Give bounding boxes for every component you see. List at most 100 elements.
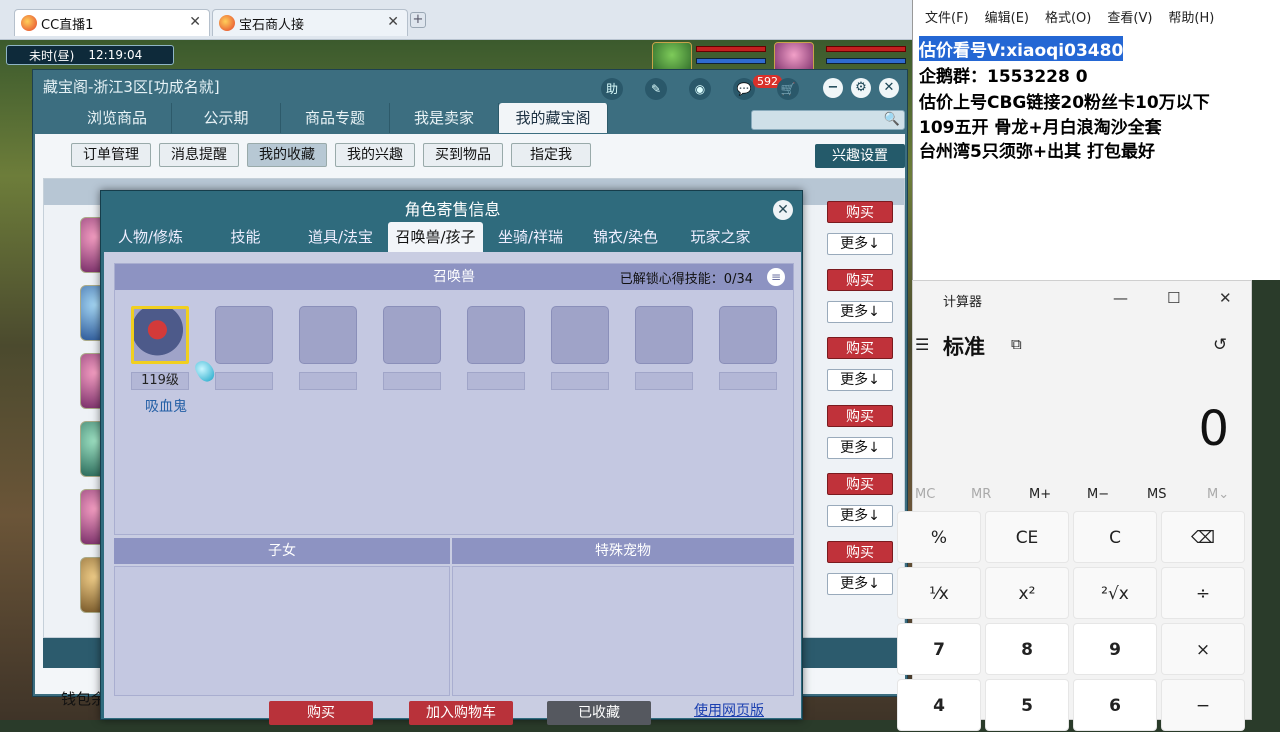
digit-8-key[interactable]: 8 bbox=[985, 623, 1069, 675]
buy-button[interactable]: 购买 bbox=[827, 541, 893, 563]
search-icon[interactable]: 🔍 bbox=[884, 112, 900, 127]
percent-key[interactable]: % bbox=[897, 511, 981, 563]
cbg-main-nav: 浏览商品 公示期 商品专题 我是卖家 我的藏宝阁 bbox=[63, 103, 608, 133]
notepad-line[interactable]: 估价看号V:xiaoqi03480 bbox=[919, 36, 1124, 61]
reciprocal-key[interactable]: ¹⁄x bbox=[897, 567, 981, 619]
memory-subtract-button[interactable]: M− bbox=[1087, 487, 1109, 502]
digit-4-key[interactable]: 4 bbox=[897, 679, 981, 731]
help-icon[interactable]: 助 bbox=[601, 78, 623, 100]
multiply-key[interactable]: × bbox=[1161, 623, 1245, 675]
close-button[interactable]: ✕ bbox=[879, 78, 899, 98]
memory-add-button[interactable]: M+ bbox=[1029, 487, 1051, 502]
new-tab-button[interactable]: + bbox=[410, 12, 426, 28]
memory-store-button[interactable]: MS bbox=[1147, 487, 1166, 502]
pet-slot-empty[interactable] bbox=[215, 306, 273, 364]
menu-format[interactable]: 格式(O) bbox=[1045, 7, 1091, 26]
tab-browse-goods[interactable]: 浏览商品 bbox=[63, 103, 172, 133]
web-version-link[interactable]: 使用网页版 bbox=[694, 700, 764, 720]
backspace-key[interactable]: ⌫ bbox=[1161, 511, 1245, 563]
tab-my-cbg[interactable]: 我的藏宝阁 bbox=[499, 103, 608, 133]
subtab-designated[interactable]: 指定我 bbox=[511, 143, 591, 167]
pet-slot-empty[interactable] bbox=[299, 306, 357, 364]
buy-button[interactable]: 购买 bbox=[827, 201, 893, 223]
menu-view[interactable]: 查看(V) bbox=[1107, 7, 1152, 26]
close-icon[interactable]: ✕ bbox=[773, 200, 793, 220]
subtract-key[interactable]: − bbox=[1161, 679, 1245, 731]
subtab-purchased[interactable]: 买到物品 bbox=[423, 143, 503, 167]
sqrt-key[interactable]: ²√x bbox=[1073, 567, 1157, 619]
edit-icon[interactable]: ✎ bbox=[645, 78, 667, 100]
more-button[interactable]: 更多↓ bbox=[827, 301, 893, 323]
clear-entry-key[interactable]: CE bbox=[985, 511, 1069, 563]
close-tab-icon[interactable]: ✕ bbox=[189, 14, 201, 30]
menu-edit[interactable]: 编辑(E) bbox=[985, 7, 1029, 26]
subtab-orders[interactable]: 订单管理 bbox=[71, 143, 151, 167]
close-icon[interactable]: ✕ bbox=[1219, 289, 1232, 307]
browser-tab-cc-live[interactable]: CC直播1 ✕ bbox=[14, 9, 210, 36]
more-button[interactable]: 更多↓ bbox=[827, 437, 893, 459]
search-input[interactable]: 🔍 bbox=[751, 110, 905, 130]
settings-gear-icon[interactable]: ⚙ bbox=[851, 78, 871, 98]
pet-slot-empty[interactable] bbox=[383, 306, 441, 364]
tab-skills[interactable]: 技能 bbox=[198, 222, 293, 252]
digit-9-key[interactable]: 9 bbox=[1073, 623, 1157, 675]
close-tab-icon[interactable]: ✕ bbox=[387, 14, 399, 30]
pet-slot-empty[interactable] bbox=[467, 306, 525, 364]
maximize-icon[interactable]: ☐ bbox=[1167, 289, 1180, 307]
memory-recall-button[interactable]: MR bbox=[971, 487, 991, 502]
notepad-line[interactable]: 109五开 骨龙+月白浪淘沙全套 bbox=[919, 113, 1162, 138]
buy-button[interactable]: 购买 bbox=[827, 269, 893, 291]
tab-items[interactable]: 道具/法宝 bbox=[293, 222, 388, 252]
subtab-interests[interactable]: 我的兴趣 bbox=[335, 143, 415, 167]
chat-icon[interactable]: 💬 bbox=[733, 78, 755, 100]
keep-on-top-icon[interactable]: ⧉ bbox=[1011, 335, 1022, 353]
hamburger-menu-icon[interactable]: ☰ bbox=[915, 335, 929, 354]
tab-public-period[interactable]: 公示期 bbox=[172, 103, 281, 133]
favorited-button[interactable]: 已收藏 bbox=[547, 701, 651, 725]
memory-list-button[interactable]: M⌄ bbox=[1207, 487, 1229, 502]
minimize-button[interactable]: − bbox=[823, 78, 843, 98]
cart-icon[interactable]: 🛒 bbox=[777, 78, 799, 100]
more-button[interactable]: 更多↓ bbox=[827, 505, 893, 527]
pet-name[interactable]: 吸血鬼 bbox=[137, 396, 195, 416]
divide-key[interactable]: ÷ bbox=[1161, 567, 1245, 619]
pet-slot-empty[interactable] bbox=[551, 306, 609, 364]
tab-character[interactable]: 人物/修炼 bbox=[103, 222, 198, 252]
tab-home[interactable]: 玩家之家 bbox=[673, 222, 768, 252]
tab-topics[interactable]: 商品专题 bbox=[281, 103, 390, 133]
buy-button[interactable]: 购买 bbox=[827, 473, 893, 495]
interest-settings-button[interactable]: 兴趣设置 bbox=[815, 144, 905, 168]
more-button[interactable]: 更多↓ bbox=[827, 233, 893, 255]
menu-help[interactable]: 帮助(H) bbox=[1168, 7, 1214, 26]
minimize-icon[interactable]: — bbox=[1113, 289, 1128, 307]
tab-seller[interactable]: 我是卖家 bbox=[390, 103, 499, 133]
pet-slot-empty[interactable] bbox=[635, 306, 693, 364]
square-key[interactable]: x² bbox=[985, 567, 1069, 619]
subtab-messages[interactable]: 消息提醒 bbox=[159, 143, 239, 167]
menu-file[interactable]: 文件(F) bbox=[925, 7, 969, 26]
buy-button[interactable]: 购买 bbox=[827, 405, 893, 427]
notepad-line[interactable]: 估价上号CBG链接20粉丝卡10万以下 bbox=[919, 88, 1210, 113]
notepad-line[interactable]: 企鹅群：1553228 0 bbox=[919, 62, 1088, 87]
record-icon[interactable]: ◉ bbox=[689, 78, 711, 100]
browser-tab-gem-merchant[interactable]: 宝石商人接 ✕ bbox=[212, 9, 408, 36]
pet-slot-empty[interactable] bbox=[719, 306, 777, 364]
tab-costumes[interactable]: 锦衣/染色 bbox=[578, 222, 673, 252]
tab-summons[interactable]: 召唤兽/孩子 bbox=[388, 222, 483, 252]
buy-button[interactable]: 购买 bbox=[827, 337, 893, 359]
notepad-line[interactable]: 台州湾5只须弥+出其 打包最好 bbox=[919, 137, 1155, 162]
digit-7-key[interactable]: 7 bbox=[897, 623, 981, 675]
pet-slot-selected[interactable] bbox=[131, 306, 189, 364]
digit-6-key[interactable]: 6 bbox=[1073, 679, 1157, 731]
tab-mounts[interactable]: 坐骑/祥瑞 bbox=[483, 222, 578, 252]
clear-key[interactable]: C bbox=[1073, 511, 1157, 563]
menu-icon[interactable]: ≡ bbox=[767, 268, 785, 286]
add-to-cart-button[interactable]: 加入购物车 bbox=[409, 701, 513, 725]
history-icon[interactable]: ↺ bbox=[1213, 335, 1227, 355]
subtab-favorites[interactable]: 我的收藏 bbox=[247, 143, 327, 167]
buy-button[interactable]: 购买 bbox=[269, 701, 373, 725]
memory-clear-button[interactable]: MC bbox=[915, 487, 935, 502]
more-button[interactable]: 更多↓ bbox=[827, 573, 893, 595]
more-button[interactable]: 更多↓ bbox=[827, 369, 893, 391]
digit-5-key[interactable]: 5 bbox=[985, 679, 1069, 731]
